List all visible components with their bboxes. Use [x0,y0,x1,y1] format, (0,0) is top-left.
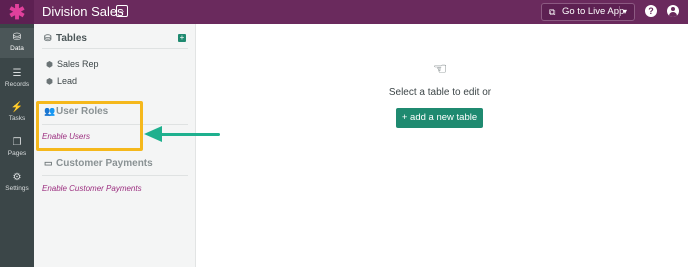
user-body-shape [669,12,677,17]
rail-item-pages[interactable]: ❐ Pages [0,133,34,163]
help-icon[interactable]: ? [645,5,657,17]
add-new-table-button[interactable]: + add a new table [396,108,483,128]
section-divider [42,175,188,176]
table-item-sales-rep[interactable]: ⬢ Sales Rep [46,59,99,69]
select-table-prompt: Select a table to edit or [388,87,492,98]
table-icon: ⬢ [46,60,53,69]
table-item-lead[interactable]: ⬢ Lead [46,76,77,86]
add-table-button[interactable]: + [178,34,186,42]
app-title: Division Sales [42,4,124,19]
pages-icon: ❐ [12,137,22,148]
records-icon: ☰ [12,68,22,79]
pointer-arrow-shaft [160,133,220,136]
data-icon: ⛁ [12,32,22,43]
table-icon: ⬢ [46,77,53,86]
user-account-icon[interactable] [667,5,679,17]
pointing-hand-icon: ☜ [432,61,448,78]
tables-icon: ⛁ [44,33,52,43]
top-bar: ✱ Division Sales ⌄ ⧉ Go to Live App ▾ ? [0,0,688,24]
external-link-icon: ⧉ [549,7,556,17]
enable-customer-payments-link[interactable]: Enable Customer Payments [42,184,142,193]
rail-item-tasks[interactable]: ⚡ Tasks [0,98,34,128]
rail-item-settings[interactable]: ⚙ Settings [0,168,34,198]
rail-item-label: Settings [5,185,29,192]
rail-item-label: Pages [7,150,27,157]
tables-heading-label: Tables [56,33,87,44]
tables-heading: ⛁ Tables [44,33,87,44]
rail-item-label: Data [10,45,24,52]
rail-item-records[interactable]: ☰ Records [0,64,34,94]
rail-item-label: Records [4,81,30,88]
customer-payments-heading: ▭ Customer Payments [44,158,153,169]
settings-icon: ⚙ [12,172,22,183]
button-divider [619,6,620,18]
user-head-shape [671,7,675,11]
rail-item-data[interactable]: ⛁ Data [0,28,34,58]
section-divider [42,48,188,49]
live-app-caret-icon[interactable]: ▾ [623,4,627,20]
table-item-label: Lead [57,76,78,86]
user-roles-highlight-box [36,101,143,151]
go-to-live-app-button[interactable]: ⧉ Go to Live App ▾ [541,3,635,21]
payments-card-icon: ▭ [44,158,53,168]
left-nav-rail: ⛁ Data ☰ Records ⚡ Tasks ❐ Pages ⚙ Setti… [0,24,34,267]
app-title-dropdown-icon[interactable]: ⌄ [116,5,128,17]
rail-item-label: Tasks [8,115,26,122]
customer-payments-heading-label: Customer Payments [56,158,153,169]
go-to-live-app-label: Go to Live App [562,6,625,17]
table-item-label: Sales Rep [57,59,99,69]
asterisk-logo-icon[interactable]: ✱ [0,0,34,24]
tasks-icon: ⚡ [10,102,24,113]
